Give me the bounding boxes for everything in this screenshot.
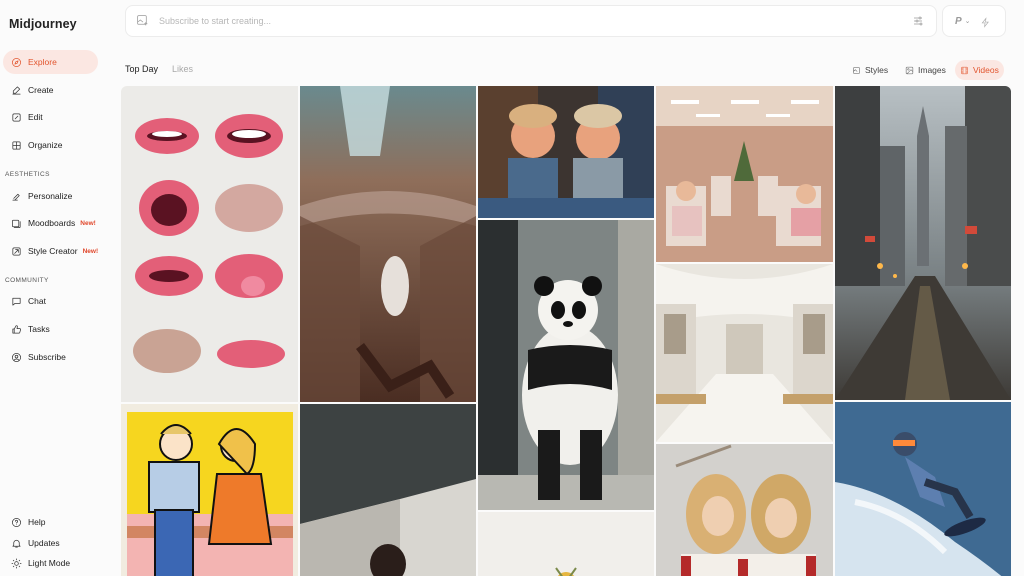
tab-top-day[interactable]: Top Day [125,64,158,74]
personalize-icon [10,190,22,202]
help-icon [10,516,22,528]
bell-icon [10,537,22,549]
sidebar-item-label: Personalize [28,191,73,201]
sidebar-item-create[interactable]: Create [3,78,54,102]
sun-icon [10,557,22,569]
moodboard-icon [10,217,22,229]
gallery-image-floral-card[interactable] [478,512,654,576]
sidebar-item-edit[interactable]: Edit [3,105,43,129]
film-icon [960,65,970,75]
gallery-grid [121,86,1011,576]
prompt-input[interactable]: Subscribe to start creating... [159,16,912,26]
view-styles-button[interactable]: Styles [847,60,893,80]
sidebar-item-personalize[interactable]: Personalize [3,184,72,208]
sidebar-item-subscribe[interactable]: Subscribe [3,345,66,369]
gallery-image-panda[interactable] [478,220,654,510]
tab-likes[interactable]: Likes [172,64,193,74]
image-icon [905,65,915,75]
gallery-image-snowboarder[interactable] [835,402,1011,576]
gallery-image-lips[interactable] [121,86,298,402]
mode-selector[interactable]: P ⌄ [942,5,1006,37]
gallery-image-flooded-corridor[interactable] [300,86,476,402]
prompt-bar[interactable]: Subscribe to start creating... [125,5,937,37]
gallery-image-retro-office[interactable] [656,86,833,262]
style-creator-icon [10,245,22,257]
sidebar-item-label: Edit [28,112,43,122]
chat-icon [10,295,22,307]
edit-icon [10,111,22,123]
new-badge: New! [80,219,96,227]
sidebar-item-label: Create [28,85,54,95]
chevron-down-icon: ⌄ [964,18,971,25]
sidebar-item-label: Chat [28,296,46,306]
gallery-image-cartoon-couple[interactable] [121,404,298,576]
sidebar-item-label: Tasks [28,324,50,334]
section-label-aesthetics: AESTHETICS [5,171,50,178]
sidebar-item-label: Moodboards [28,218,76,228]
sidebar-item-label: Organize [28,140,63,150]
view-label: Videos [973,65,999,75]
sidebar-item-moodboards[interactable]: Moodboards New! [3,211,96,235]
sidebar-item-tasks[interactable]: Tasks [3,317,50,341]
user-circle-icon [10,351,22,363]
lightning-icon[interactable] [980,15,992,28]
app-logo[interactable]: Midjourney [9,17,77,31]
gallery-image-city-street[interactable] [835,86,1011,400]
view-images-button[interactable]: Images [900,60,951,80]
sidebar-item-chat[interactable]: Chat [3,289,46,313]
create-icon [10,84,22,96]
sidebar: Midjourney Explore Create Edit Organize … [0,0,112,576]
sidebar-item-light-mode[interactable]: Light Mode [3,551,70,575]
gallery-image-concrete-building[interactable] [300,404,476,576]
sidebar-item-explore[interactable]: Explore [3,50,98,74]
sidebar-item-label: Subscribe [28,352,66,362]
sidebar-item-style-creator[interactable]: Style Creator New! [3,239,98,263]
sidebar-item-organize[interactable]: Organize [3,133,63,157]
gallery-image-claymation-puppets[interactable] [478,86,654,218]
grid-icon [10,139,22,151]
view-label: Styles [865,65,889,75]
styles-icon [852,65,862,75]
gallery-image-two-women[interactable] [656,444,833,576]
gallery-image-white-train[interactable] [656,264,833,442]
sidebar-item-label: Light Mode [28,558,71,568]
sidebar-item-label: Help [28,517,46,527]
view-videos-button[interactable]: Videos [955,60,1004,80]
view-label: Images [918,65,946,75]
sidebar-item-label: Updates [28,538,60,548]
thumbs-up-icon [10,323,22,335]
sidebar-item-label: Explore [28,57,57,67]
settings-sliders-icon[interactable] [912,14,926,28]
personalize-mode-label: P [955,15,962,27]
add-image-icon[interactable] [136,14,150,28]
new-badge: New! [82,247,99,255]
section-label-community: COMMUNITY [5,277,49,284]
sidebar-item-label: Style Creator [28,246,78,256]
compass-icon [10,56,22,68]
